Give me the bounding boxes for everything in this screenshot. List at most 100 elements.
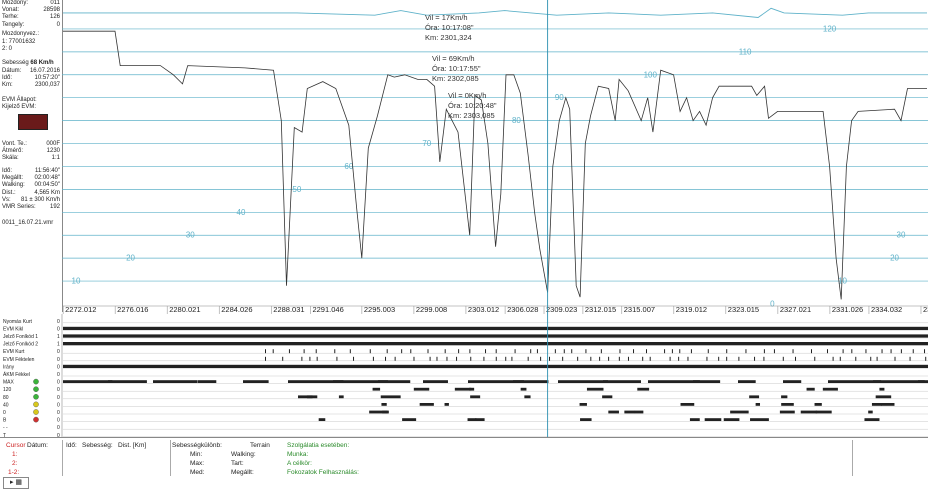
channel-label: EVM Kurt [3, 349, 25, 355]
signal-lamp-icon [33, 394, 39, 400]
km-tick-label: 2331.026 [832, 305, 863, 314]
walking-label: Walking: [231, 451, 256, 458]
speed-chart[interactable]: 010 1020 2030 304050607080901001101202272.0… [62, 0, 928, 314]
channel-active-bar [579, 403, 587, 406]
channel-active-bar [814, 403, 822, 406]
channel-value: 0 [57, 395, 60, 401]
channel-pulse [571, 349, 573, 354]
channel-label: Jelző Fonlkód 1 [3, 334, 38, 340]
channel-value: 0 [57, 326, 60, 332]
channel-pulse [912, 349, 914, 354]
cursor-annotation: Óra: 10:20:48" [448, 101, 497, 110]
channel-pulse [890, 349, 892, 354]
footer-divider [62, 440, 63, 476]
channel-value: 1 [57, 342, 60, 348]
channel-pulse [773, 349, 775, 354]
km-tick-label: 2319.012 [676, 305, 707, 314]
channel-pulse [810, 349, 812, 354]
channel-active-bar [608, 410, 619, 414]
channel-value: 0 [57, 387, 60, 393]
channel-pulse [795, 356, 797, 361]
speed-label: 20 [890, 254, 899, 263]
info-key: Terhe: [2, 14, 19, 21]
channel-label: Irány [3, 364, 15, 370]
info-value: 11:56:40" [34, 168, 60, 174]
channel-active-bar [63, 326, 928, 330]
info-row: Tengely: 0 [2, 22, 60, 29]
km-tick-label: 2276.016 [117, 305, 148, 314]
channel-pulse [618, 356, 620, 361]
munka-label: Munka: [287, 451, 309, 458]
channel-active-bar [198, 380, 217, 383]
channel-pulse [483, 356, 485, 361]
mozdonyvezeto-label: Mozdonyvez.: [2, 31, 40, 37]
channel-active-bar [603, 380, 641, 383]
channel-pulse [763, 349, 765, 354]
channel-pulse [600, 349, 602, 354]
channel-label: MAX [3, 380, 15, 386]
channel-active-bar [749, 395, 760, 399]
info-row: Idő: 10:57:20" [2, 75, 60, 82]
terrain-label: Terrain [250, 442, 270, 449]
channel-active-bar [779, 410, 795, 414]
channel-pulse [444, 349, 446, 354]
info-value: 192 [49, 204, 60, 210]
channel-pulse [679, 349, 681, 354]
channel-active-bar [419, 403, 434, 406]
km-tick-label: 2303.012 [468, 305, 499, 314]
tool-button[interactable]: ▸ ▦ [3, 477, 29, 489]
channel-value: 0 [57, 418, 60, 424]
speed-label: 80 [512, 116, 521, 125]
channel-pulse [706, 356, 708, 361]
channel-pulse [369, 349, 371, 354]
channel-value: 0 [57, 364, 60, 370]
channel-active-bar [580, 418, 592, 421]
channel-pulse [562, 356, 564, 361]
channel-pulse [511, 356, 513, 361]
info-value: 10:57:20" [34, 75, 61, 82]
channel-pulse [851, 349, 853, 354]
row2-label: 2: [12, 460, 18, 467]
km-tick-label: 2323.015 [728, 305, 759, 314]
km-tick-label: 2315.007 [624, 305, 655, 314]
cursor-annotation: Km: 2301,324 [425, 33, 472, 42]
channel-pulse [619, 349, 621, 354]
channel-active-bar [380, 395, 401, 399]
channel-pulse [554, 349, 556, 354]
cursor-annotation: Vil = 0Km/h [448, 91, 486, 100]
info-key: Idő: [2, 168, 13, 174]
tart-label: Tart: [231, 460, 244, 467]
channel-active-bar [918, 380, 928, 383]
channel-pulse [763, 356, 765, 361]
channel-value: 0 [57, 319, 60, 325]
info-key: Vs: [2, 196, 11, 203]
speed-label: 30 [186, 231, 195, 240]
channel-active-bar [381, 403, 387, 406]
channel-value: 0 [57, 357, 60, 363]
channel-active-bar [875, 395, 892, 399]
channel-active-bar [781, 403, 794, 406]
speed-label: 70 [422, 139, 431, 148]
channel-active-bar [520, 387, 527, 391]
info-key: Dist.: [2, 189, 16, 196]
channel-pulse [410, 349, 412, 354]
info-panel: Mozdony: 011 Vonat: 28598 Terhe: 126 Tengely: 0… [0, 0, 63, 312]
channel-active-bar [454, 387, 472, 391]
channel-label: Nyomás Kurt [3, 319, 33, 325]
channel-active-bar [806, 387, 815, 391]
channel-active-bar [800, 410, 818, 414]
channel-pulse [436, 356, 438, 361]
channel-active-bar [634, 410, 644, 414]
channel-active-bar [755, 403, 761, 406]
channel-pulse [925, 356, 927, 361]
channel-pulse [585, 349, 587, 354]
signal-lamp-icon [33, 401, 39, 408]
info-row: Dist.: 4,565 Km [2, 190, 60, 197]
channel-active-bar [470, 395, 481, 399]
channel-pulse [900, 349, 902, 354]
channel-pulse [469, 349, 471, 354]
speed-label: 120 [823, 24, 837, 33]
channel-active-bar [63, 380, 113, 383]
km-tick-label: 2327.021 [780, 305, 811, 314]
channel-pulse [842, 349, 844, 354]
